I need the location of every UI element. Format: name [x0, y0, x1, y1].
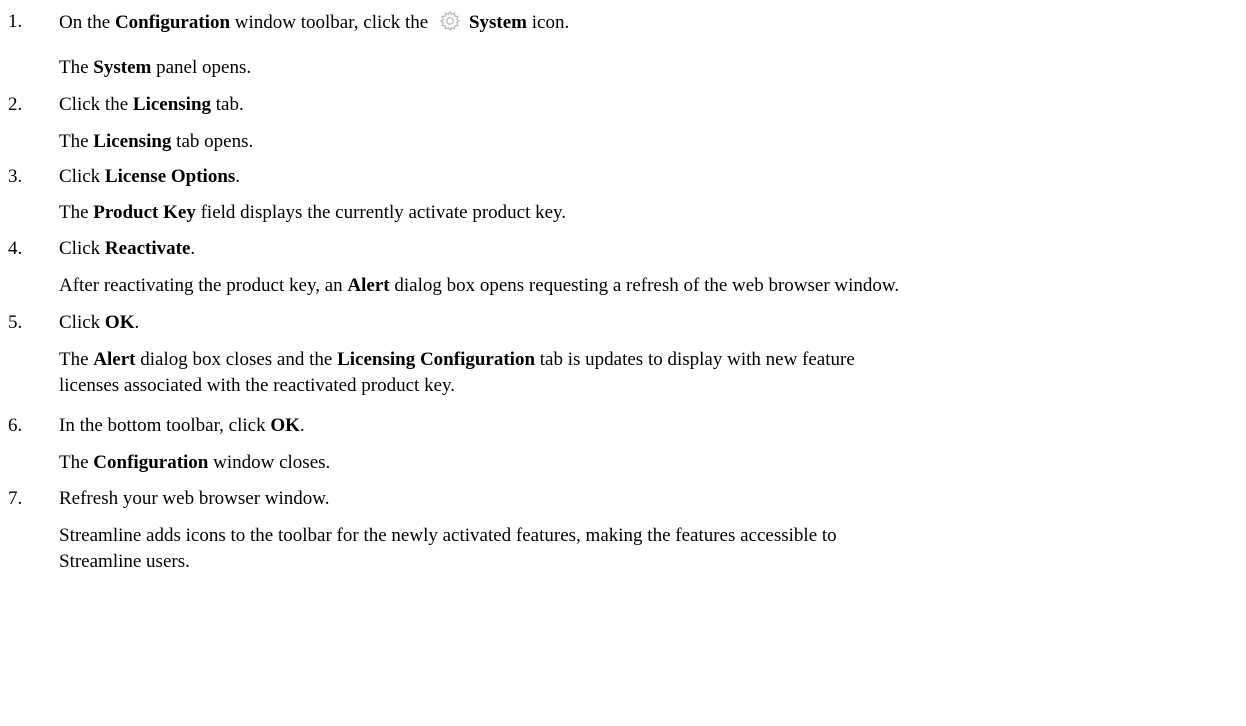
step-number: 2. — [8, 94, 23, 115]
step-result-continued: Streamline users. — [59, 551, 190, 572]
step-result-continued: licenses associated with the reactivated… — [59, 375, 456, 396]
step-instruction: Click License Options. — [59, 166, 241, 187]
ui-term-license-options: License Options — [104, 166, 236, 187]
step-number: 3. — [8, 166, 23, 187]
step-number: 7. — [8, 488, 23, 509]
step-number: 1. — [8, 11, 23, 32]
step-number: 4. — [8, 238, 23, 259]
step-instruction: Click Reactivate. — [59, 238, 196, 259]
step-result: The Licensing tab opens. — [59, 131, 254, 152]
ui-term-reactivate: Reactivate — [104, 238, 191, 259]
step-instruction: Refresh your web browser window. — [59, 488, 330, 509]
step-instruction: On the Configuration window toolbar, cli… — [59, 10, 570, 33]
ui-term-configuration: Configuration — [114, 12, 231, 33]
ui-term-licensing: Licensing — [132, 94, 212, 115]
ui-term-ok: OK — [270, 415, 300, 436]
ui-term-ok: OK — [104, 312, 135, 333]
ui-term-system: System — [468, 12, 527, 33]
step-number: 6. — [8, 415, 23, 436]
step-result: Streamline adds icons to the toolbar for… — [59, 525, 837, 546]
step-number: 5. — [8, 312, 23, 333]
step-result: The System panel opens. — [59, 57, 252, 78]
procedure-document: 1. On the Configuration window toolbar, … — [0, 0, 1246, 726]
gear-icon — [439, 10, 461, 32]
step-result: The Product Key field displays the curre… — [59, 202, 567, 223]
step-instruction: Click OK. — [59, 312, 140, 333]
step-result: The Alert dialog box closes and the Lice… — [59, 349, 855, 370]
step-result: The Configuration window closes. — [59, 452, 331, 473]
step-instruction: In the bottom toolbar, click OK. — [59, 415, 305, 436]
step-result: After reactivating the product key, an A… — [59, 275, 900, 296]
step-instruction: Click the Licensing tab. — [59, 94, 244, 115]
